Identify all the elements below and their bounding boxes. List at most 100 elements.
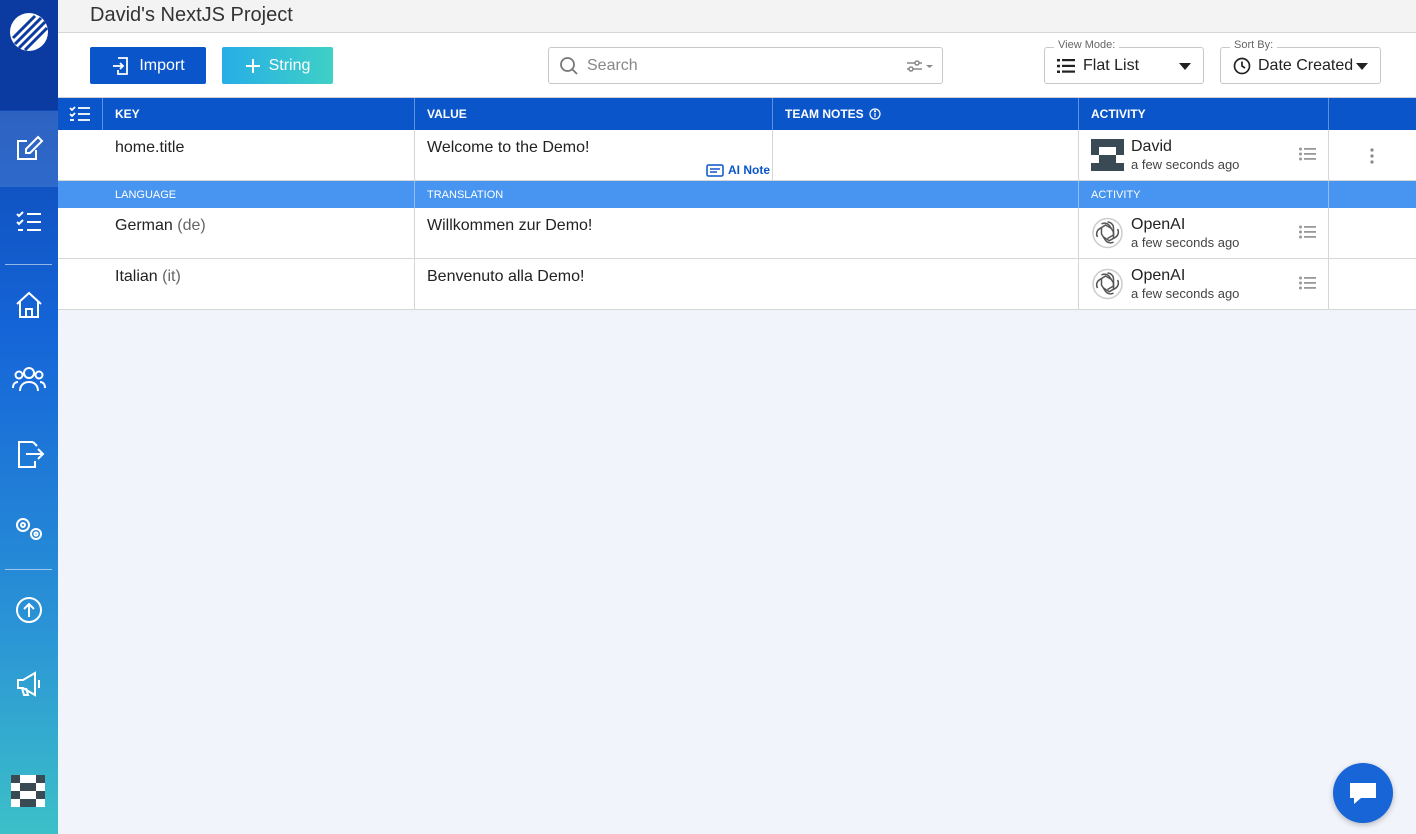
sidebar-item-announcements[interactable] <box>0 646 58 722</box>
sidebar-divider <box>5 569 52 570</box>
translation-row[interactable]: Italian (it) Benvenuto alla Demo! OpenAI… <box>58 259 1416 310</box>
openai-icon <box>1092 217 1123 249</box>
column-header-value[interactable]: VALUE <box>415 98 773 130</box>
edit-icon <box>17 135 44 160</box>
note-icon <box>706 163 724 177</box>
view-mode-value: Flat List <box>1083 56 1140 74</box>
users-icon <box>12 367 46 392</box>
sort-value: Date Created <box>1258 56 1354 74</box>
history-list-icon[interactable] <box>1299 225 1316 239</box>
view-mode-select[interactable]: View Mode: Flat List <box>1044 39 1204 84</box>
sidebar-divider <box>5 264 52 265</box>
import-icon <box>113 56 129 75</box>
openai-icon <box>1092 268 1123 300</box>
sidebar-item-settings[interactable] <box>0 491 58 567</box>
language-cell: German (de) <box>103 208 415 258</box>
activity-time: a few seconds ago <box>1131 157 1240 172</box>
column-header-translation: TRANSLATION <box>415 181 1079 208</box>
list-icon <box>1057 58 1075 73</box>
sidebar-item-edit[interactable] <box>0 111 58 187</box>
home-icon <box>16 291 42 318</box>
translation-cell[interactable]: Benvenuto alla Demo! <box>415 259 1079 309</box>
column-header-translation-activity: ACTIVITY <box>1079 181 1329 208</box>
string-key: home.title <box>115 139 185 156</box>
history-list-icon[interactable] <box>1299 276 1316 290</box>
column-header-activity[interactable]: ACTIVITY <box>1079 98 1329 130</box>
sidebar-item-export[interactable] <box>0 416 58 492</box>
select-all-toggle[interactable] <box>58 98 103 130</box>
plus-icon <box>245 58 260 73</box>
sidebar <box>0 0 58 834</box>
column-header-actions <box>1329 98 1416 130</box>
activity-cell: David a few seconds ago <box>1079 130 1329 180</box>
search-input[interactable] <box>587 56 906 75</box>
strings-table: KEY VALUE TEAM NOTES ACTIVITY home.title… <box>58 98 1416 310</box>
row-spacer <box>1329 208 1416 258</box>
language-text: Italian (it) <box>115 268 181 286</box>
team-notes-cell[interactable] <box>773 130 1079 180</box>
activity-time: a few seconds ago <box>1131 286 1240 301</box>
sort-by-select[interactable]: Sort By: Date Created <box>1220 39 1381 84</box>
value-cell[interactable]: Welcome to the Demo! AI Note <box>415 130 773 180</box>
sidebar-item-tasks[interactable] <box>0 184 58 260</box>
sidebar-item-team[interactable] <box>0 341 58 417</box>
user-avatar[interactable] <box>11 775 45 807</box>
table-header: KEY VALUE TEAM NOTES ACTIVITY <box>58 98 1416 130</box>
checklist-icon <box>69 106 90 121</box>
filter-sliders-icon <box>907 59 933 72</box>
settings-icon <box>16 518 42 540</box>
subheader-spacer <box>1329 181 1416 208</box>
search-filter-button[interactable] <box>906 59 934 73</box>
project-title: David's NextJS Project <box>90 4 293 26</box>
language-name: Italian <box>115 268 158 285</box>
import-button[interactable]: Import <box>90 47 206 84</box>
activity-cell: OpenAI a few seconds ago <box>1079 208 1329 258</box>
language-name: German <box>115 217 173 234</box>
language-text: German (de) <box>115 217 206 235</box>
translation-cell[interactable]: Willkommen zur Demo! <box>415 208 1079 258</box>
ai-note-button[interactable]: AI Note <box>706 163 770 177</box>
column-header-language: LANGUAGE <box>103 181 415 208</box>
clock-icon <box>1233 57 1251 74</box>
row-actions-cell <box>1329 130 1416 180</box>
activity-user: OpenAI <box>1131 216 1186 233</box>
import-label: Import <box>139 56 185 74</box>
language-code: (it) <box>162 268 181 285</box>
team-notes-label: TEAM NOTES <box>785 107 864 121</box>
sort-legend: Sort By: <box>1230 39 1278 51</box>
search-box <box>548 47 943 84</box>
activity-user: OpenAI <box>1131 267 1186 284</box>
more-vertical-icon[interactable] <box>1370 148 1374 164</box>
info-icon[interactable] <box>869 108 881 120</box>
export-icon <box>18 441 45 468</box>
add-string-button[interactable]: String <box>222 47 333 84</box>
row-spacer <box>1329 259 1416 309</box>
translation-row[interactable]: German (de) Willkommen zur Demo! OpenAI … <box>58 208 1416 259</box>
chat-support-button[interactable] <box>1333 763 1393 823</box>
activity-user: David <box>1131 138 1172 155</box>
user-avatar <box>1091 139 1124 171</box>
activity-time: a few seconds ago <box>1131 235 1240 250</box>
table-row[interactable]: home.title Welcome to the Demo! AI Note … <box>58 130 1416 181</box>
history-list-icon[interactable] <box>1299 147 1316 161</box>
ai-note-label: AI Note <box>728 163 770 177</box>
activity-cell: OpenAI a few seconds ago <box>1079 259 1329 309</box>
language-cell: Italian (it) <box>103 259 415 309</box>
column-header-key[interactable]: KEY <box>103 98 415 130</box>
add-string-label: String <box>268 56 311 74</box>
chevron-down-icon <box>1179 63 1191 70</box>
megaphone-icon <box>17 671 40 697</box>
chevron-down-icon <box>1356 63 1368 70</box>
chat-icon <box>1350 783 1376 804</box>
upload-icon <box>16 597 42 623</box>
logo-icon <box>10 13 49 52</box>
checklist-icon <box>16 211 41 231</box>
search-icon <box>560 56 578 75</box>
sidebar-item-home[interactable] <box>0 267 58 343</box>
key-cell[interactable]: home.title <box>103 130 415 180</box>
column-header-team-notes[interactable]: TEAM NOTES <box>773 98 1079 130</box>
sidebar-item-upgrade[interactable] <box>0 572 58 648</box>
top-bar: David's NextJS Project <box>58 0 1416 33</box>
app-logo[interactable] <box>0 0 58 110</box>
language-code: (de) <box>177 217 206 234</box>
